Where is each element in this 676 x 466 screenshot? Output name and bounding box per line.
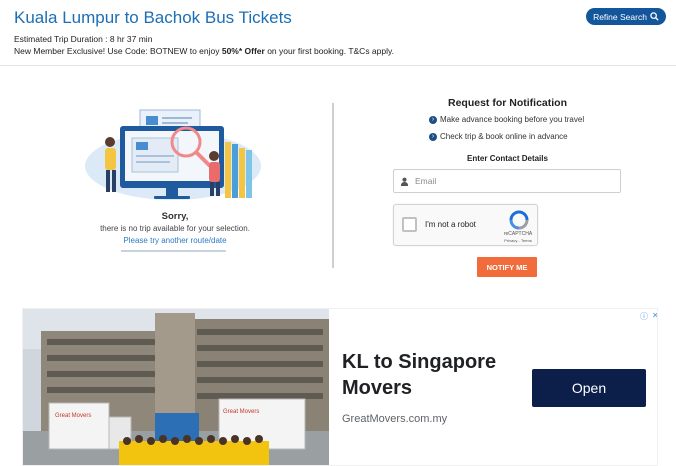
contact-details-title: Enter Contact Details <box>467 154 548 163</box>
header-divider <box>0 65 676 66</box>
truck-brand-text: Great Movers <box>55 413 91 419</box>
close-icon[interactable]: ✕ <box>652 311 657 322</box>
ad-open-button[interactable]: Open <box>532 369 646 407</box>
bullet-advance-booking: › Make advance booking before you travel <box>429 115 584 124</box>
trip-duration: Estimated Trip Duration : 8 hr 37 min <box>14 34 153 44</box>
link-underline <box>121 250 226 252</box>
recaptcha-brand: reCAPTCHA <box>503 231 533 237</box>
promo-text: New Member Exclusive! Use Code: BOTNEW t… <box>14 46 394 56</box>
user-icon <box>400 177 409 186</box>
notify-me-button[interactable]: NOTIFY ME <box>477 257 537 277</box>
try-another-route-link[interactable]: Please try another route/date <box>0 236 350 245</box>
vertical-divider <box>332 103 334 268</box>
arrow-circle-icon: › <box>429 132 437 141</box>
no-trip-message: there is no trip available for your sele… <box>100 224 250 233</box>
refine-search-button[interactable]: Refine Search <box>586 8 666 25</box>
refine-search-label: Refine Search <box>593 11 647 22</box>
promo-prefix: New Member Exclusive! Use Code: BOTNEW t… <box>14 46 222 56</box>
recaptcha-logo-icon <box>509 210 529 230</box>
promo-suffix: on your first booking. T&Cs apply. <box>264 46 394 56</box>
ad-domain[interactable]: GreatMovers.com.my <box>342 413 447 425</box>
recaptcha-terms-link[interactable]: Privacy - Terms <box>498 238 538 243</box>
truck-brand-text: Great Movers <box>223 409 259 415</box>
ad-choices[interactable]: ⓘ ✕ <box>640 311 657 322</box>
recaptcha-label: I'm not a robot <box>425 220 476 229</box>
email-field-wrapper[interactable] <box>393 169 621 193</box>
recaptcha-checkbox[interactable] <box>402 217 417 232</box>
bullet-text: Check trip & book online in advance <box>440 132 568 141</box>
bullet-check-online: › Check trip & book online in advance <box>429 132 568 141</box>
page-title: Kuala Lumpur to Bachok Bus Tickets <box>14 8 292 27</box>
advertisement-banner[interactable]: Great Movers Great Movers KL to Singapor… <box>22 308 658 466</box>
email-input[interactable] <box>415 176 605 186</box>
bullet-text: Make advance booking before you travel <box>440 115 585 124</box>
no-trip-illustration <box>85 109 261 200</box>
sorry-title: Sorry, <box>161 211 189 222</box>
search-icon <box>650 12 659 21</box>
arrow-circle-icon: › <box>429 115 437 124</box>
recaptcha-widget: I'm not a robot reCAPTCHA Privacy - Term… <box>393 204 538 246</box>
notification-title: Request for Notification <box>447 97 567 109</box>
ad-photo: Great Movers Great Movers <box>23 309 329 465</box>
adchoices-icon[interactable]: ⓘ <box>640 311 648 322</box>
ad-headline[interactable]: KL to Singapore Movers <box>342 349 542 401</box>
promo-offer: 50%* Offer <box>221 46 265 56</box>
